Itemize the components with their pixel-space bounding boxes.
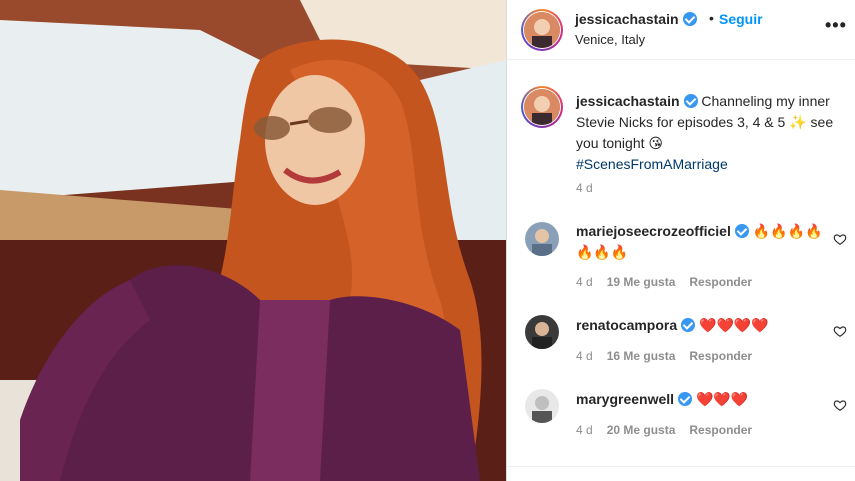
verified-badge-icon	[734, 224, 749, 238]
verified-badge-icon	[682, 12, 697, 26]
comment-meta: 4 d 16 Me gusta Responder	[576, 349, 766, 363]
author-avatar[interactable]	[521, 9, 563, 51]
post-header: jessicachastain • Seguir Venice, Italy •…	[507, 0, 855, 60]
follow-button[interactable]: Seguir	[719, 11, 763, 27]
comment-avatar[interactable]	[525, 222, 559, 256]
comment-meta: 4 d 19 Me gusta Responder	[576, 275, 766, 289]
caption-hashtag[interactable]: #ScenesFromAMarriage	[576, 156, 728, 172]
comment-username[interactable]: renatocampora	[576, 317, 677, 333]
comment-avatar-photo	[525, 389, 559, 423]
comment-avatar-photo	[525, 222, 559, 256]
comment-timestamp[interactable]: 4 d	[576, 423, 593, 437]
comment-body: ❤️❤️❤️❤️	[699, 317, 769, 333]
caption-timestamp[interactable]: 4 d	[576, 181, 593, 195]
caption-username[interactable]: jessicachastain	[576, 93, 680, 109]
comment-reply-button[interactable]: Responder	[689, 423, 752, 437]
caption-avatar-photo	[524, 89, 560, 125]
heart-outline-icon[interactable]	[833, 232, 847, 246]
comment-reply-button[interactable]: Responder	[689, 275, 752, 289]
photo-illustration	[0, 0, 506, 481]
post-viewer: jessicachastain • Seguir Venice, Italy •…	[0, 0, 855, 481]
post-location[interactable]: Venice, Italy	[575, 32, 645, 47]
comment-likes[interactable]: 20 Me gusta	[607, 423, 676, 437]
comment-reply-button[interactable]: Responder	[689, 349, 752, 363]
heart-outline-icon[interactable]	[833, 398, 847, 412]
comment-text: renatocampora ❤️❤️❤️❤️	[576, 315, 826, 336]
author-avatar-photo	[524, 12, 560, 48]
verified-badge-icon	[683, 94, 698, 108]
caption-author-avatar[interactable]	[521, 86, 563, 128]
post-sidebar: jessicachastain • Seguir Venice, Italy •…	[506, 0, 855, 481]
comment-text: marygreenwell ❤️❤️❤️	[576, 389, 826, 410]
more-options-icon[interactable]: •••	[825, 15, 847, 36]
author-username[interactable]: jessicachastain	[575, 11, 697, 27]
post-photo[interactable]	[0, 0, 506, 481]
comment-meta: 4 d 20 Me gusta Responder	[576, 423, 766, 437]
comment-avatar[interactable]	[525, 315, 559, 349]
comment-avatar[interactable]	[525, 389, 559, 423]
comment-timestamp[interactable]: 4 d	[576, 275, 593, 289]
separator-dot: •	[709, 10, 714, 26]
comment-likes[interactable]: 19 Me gusta	[607, 275, 676, 289]
comment-username[interactable]: marygreenwell	[576, 391, 674, 407]
comment-likes[interactable]: 16 Me gusta	[607, 349, 676, 363]
divider	[507, 466, 855, 467]
comment-username[interactable]: mariejoseecrozeofficiel	[576, 223, 731, 239]
comment-body: ❤️❤️❤️	[695, 391, 749, 407]
verified-badge-icon	[681, 318, 696, 332]
comment-avatar-photo	[525, 315, 559, 349]
comment-text: mariejoseecrozeofficiel 🔥🔥🔥🔥🔥🔥🔥	[576, 221, 826, 263]
comment-timestamp[interactable]: 4 d	[576, 349, 593, 363]
heart-outline-icon[interactable]	[833, 324, 847, 338]
verified-badge-icon	[678, 392, 693, 406]
caption-text: jessicachastain Channeling my inner Stev…	[576, 91, 852, 175]
